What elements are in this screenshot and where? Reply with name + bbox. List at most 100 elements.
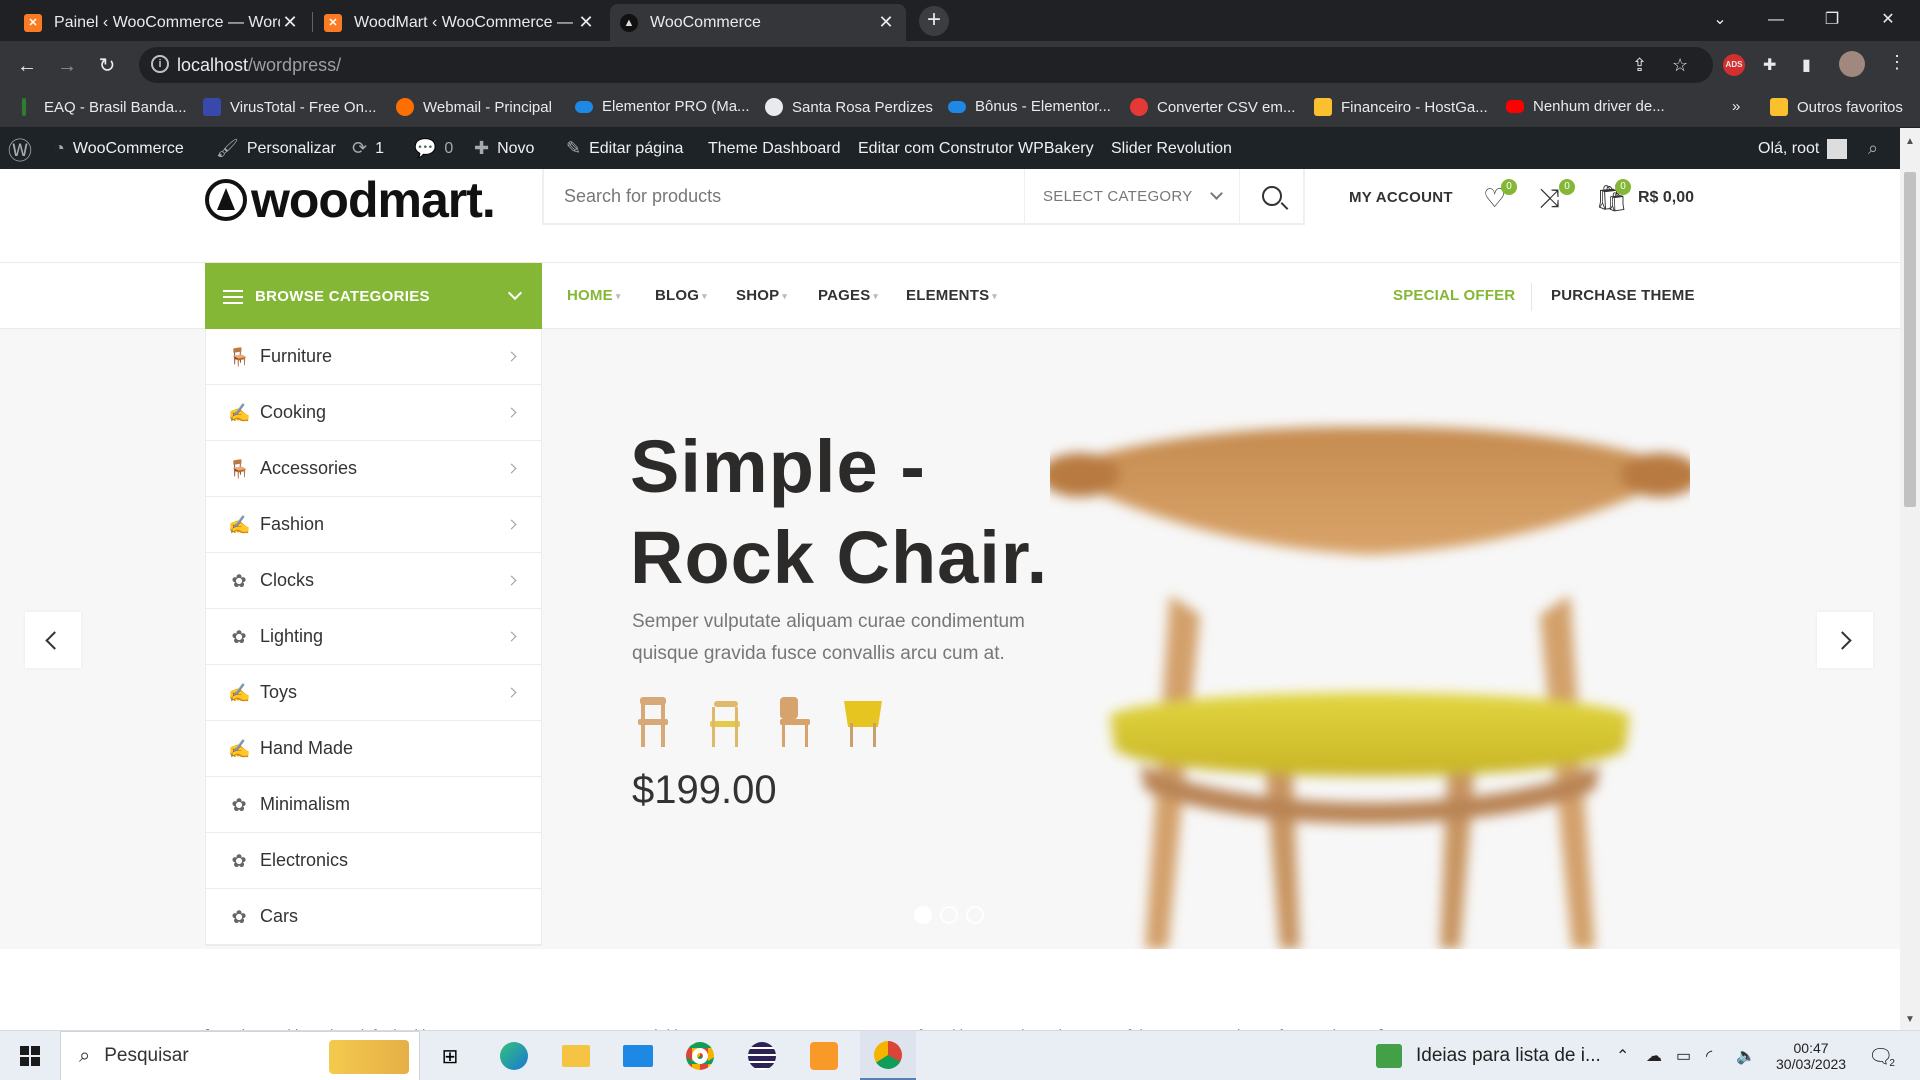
page-scrollbar[interactable]: ▲ ▼: [1900, 128, 1920, 1030]
onedrive-icon[interactable]: ☁: [1646, 1031, 1662, 1080]
category-item-accessories[interactable]: 🪑 Accessories: [206, 441, 541, 497]
tab-woodmart[interactable]: ✕ WoodMart ‹ WooCommerce — W ✕: [314, 4, 606, 41]
taskbar-search[interactable]: ⌕ Pesquisar: [60, 1031, 420, 1080]
bookmark-webmail[interactable]: Webmail - Principal: [396, 98, 552, 116]
bookmarks-overflow[interactable]: »: [1732, 98, 1740, 115]
wp-wpbakery[interactable]: Editar com Construtor WPBakery: [858, 128, 1094, 169]
share-icon[interactable]: ⇪: [1632, 55, 1647, 76]
info-icon[interactable]: i: [151, 55, 169, 73]
wp-updates[interactable]: ⟳ 1: [352, 128, 384, 169]
wp-comments[interactable]: 💬 0: [414, 128, 453, 169]
scroll-up-icon[interactable]: ▲: [1900, 136, 1920, 147]
url-field[interactable]: i localhost/wordpress/ ⇪ ☆: [139, 47, 1713, 83]
edge-icon[interactable]: [492, 1031, 536, 1080]
nav-shop[interactable]: SHOP ▾: [736, 287, 787, 304]
slider-dot[interactable]: [940, 906, 958, 924]
profile-avatar[interactable]: [1839, 51, 1865, 77]
category-item-furniture[interactable]: 🪑 Furniture: [206, 329, 541, 385]
wp-theme-dashboard[interactable]: Theme Dashboard: [708, 128, 841, 169]
star-icon[interactable]: ☆: [1672, 55, 1688, 76]
wp-edit-page[interactable]: ✎ Editar página: [566, 128, 683, 169]
battery-icon[interactable]: ▭: [1676, 1031, 1691, 1080]
close-icon[interactable]: ✕: [876, 12, 896, 33]
search-input[interactable]: [544, 169, 1024, 223]
bookmark-virustotal[interactable]: VirusTotal - Free On...: [203, 98, 376, 116]
category-item-clocks[interactable]: ✿ Clocks: [206, 553, 541, 609]
menu-icon[interactable]: ⋮: [1888, 52, 1906, 73]
bookmark-santa-rosa[interactable]: Santa Rosa Perdizes: [765, 98, 933, 116]
nav-purchase-theme[interactable]: PURCHASE THEME: [1551, 287, 1695, 304]
mail-icon[interactable]: [616, 1031, 660, 1080]
nav-pages[interactable]: PAGES ▾: [818, 287, 878, 304]
category-item-minimalism[interactable]: ✿ Minimalism: [206, 777, 541, 833]
my-account-link[interactable]: MY ACCOUNT: [1349, 189, 1453, 206]
slider-next-button[interactable]: [1817, 612, 1873, 668]
wp-slider-revolution[interactable]: Slider Revolution: [1111, 128, 1232, 169]
nav-special-offer[interactable]: SPECIAL OFFER: [1393, 287, 1515, 304]
wp-new[interactable]: ✚ Novo: [474, 128, 534, 169]
wp-customize[interactable]: 🖌 Personalizar: [216, 128, 336, 169]
category-item-cooking[interactable]: ✍ Cooking: [206, 385, 541, 441]
category-item-hand-made[interactable]: ✍ Hand Made: [206, 721, 541, 777]
close-window-button[interactable]: ✕: [1860, 0, 1916, 41]
other-bookmarks[interactable]: Outros favoritos: [1770, 98, 1903, 116]
wp-search[interactable]: ⌕: [1868, 128, 1878, 169]
slider-dot[interactable]: [966, 906, 984, 924]
wp-site-link[interactable]: ◔ WooCommerce: [54, 128, 184, 169]
wp-account[interactable]: Olá, root: [1758, 128, 1848, 169]
bookmark-financeiro[interactable]: Financeiro - HostGa...: [1314, 98, 1488, 116]
start-button[interactable]: [0, 1031, 60, 1080]
close-icon[interactable]: ✕: [280, 12, 300, 33]
extensions-icon[interactable]: ✚: [1763, 55, 1776, 75]
forward-button[interactable]: →: [52, 51, 82, 81]
eclipse-icon[interactable]: [740, 1031, 784, 1080]
volume-icon[interactable]: 🔈: [1736, 1031, 1756, 1080]
nav-home[interactable]: HOME ▾: [567, 287, 621, 304]
slider-dot[interactable]: [914, 906, 932, 924]
restore-button[interactable]: ❐: [1804, 0, 1860, 41]
browse-categories-button[interactable]: BROWSE CATEGORIES: [205, 263, 542, 330]
compare-button[interactable]: ⤨: [1539, 183, 1560, 215]
category-item-electronics[interactable]: ✿ Electronics: [206, 833, 541, 889]
nav-elements[interactable]: ELEMENTS ▾: [906, 287, 997, 304]
chair-thumbnail[interactable]: [632, 693, 674, 747]
minimize-button[interactable]: —: [1748, 0, 1804, 41]
close-icon[interactable]: ✕: [576, 12, 596, 33]
clock[interactable]: 00:47 30/03/2023: [1776, 1031, 1846, 1080]
new-tab-button[interactable]: +: [919, 6, 949, 36]
slider-prev-button[interactable]: [25, 612, 81, 668]
chair-thumbnail[interactable]: [774, 693, 816, 747]
chrome-icon[interactable]: [678, 1031, 722, 1080]
category-item-cars[interactable]: ✿ Cars: [206, 889, 541, 945]
chrome-profile-icon[interactable]: [860, 1031, 916, 1080]
category-select[interactable]: SELECT CATEGORY: [1024, 169, 1239, 223]
category-item-toys[interactable]: ✍ Toys: [206, 665, 541, 721]
category-item-fashion[interactable]: ✍ Fashion: [206, 497, 541, 553]
site-logo[interactable]: woodmart.: [205, 171, 496, 229]
bookmark-elementor-pro[interactable]: Elementor PRO (Ma...: [575, 98, 750, 115]
scrollbar-thumb[interactable]: [1904, 172, 1916, 507]
tray-chevron-icon[interactable]: ⌃: [1616, 1031, 1629, 1080]
task-view-icon[interactable]: ⊞: [430, 1031, 470, 1080]
bookmark-converter[interactable]: Converter CSV em...: [1130, 98, 1295, 116]
chair-thumbnail[interactable]: [704, 693, 746, 747]
category-item-lighting[interactable]: ✿ Lighting: [206, 609, 541, 665]
cart-total[interactable]: R$ 0,00: [1638, 189, 1694, 207]
side-panel-icon[interactable]: ▮: [1802, 55, 1811, 75]
tab-search-button[interactable]: ⌄: [1692, 0, 1748, 41]
tab-woocommerce[interactable]: ▲ WooCommerce ✕: [610, 4, 906, 41]
back-button[interactable]: ←: [12, 51, 42, 81]
notifications-button[interactable]: 🗨 2: [1868, 1031, 1895, 1080]
bookmark-bonus[interactable]: Bônus - Elementor...: [948, 98, 1111, 115]
scroll-down-icon[interactable]: ▼: [1900, 1014, 1920, 1025]
bookmark-youtube[interactable]: Nenhum driver de...: [1506, 98, 1665, 115]
chair-thumbnail[interactable]: [842, 693, 884, 747]
wifi-icon[interactable]: ◜: [1706, 1031, 1712, 1080]
sublime-icon[interactable]: [802, 1031, 846, 1080]
tab-painel[interactable]: ✕ Painel ‹ WooCommerce — WordPress ✕: [14, 4, 310, 41]
news-widget[interactable]: Ideias para lista de i...: [1376, 1031, 1601, 1080]
bookmark-eaq[interactable]: EAQ - Brasil Banda...: [22, 98, 187, 116]
search-button[interactable]: [1239, 169, 1303, 223]
file-explorer-icon[interactable]: [554, 1031, 598, 1080]
adblock-icon[interactable]: ADS: [1723, 54, 1745, 76]
